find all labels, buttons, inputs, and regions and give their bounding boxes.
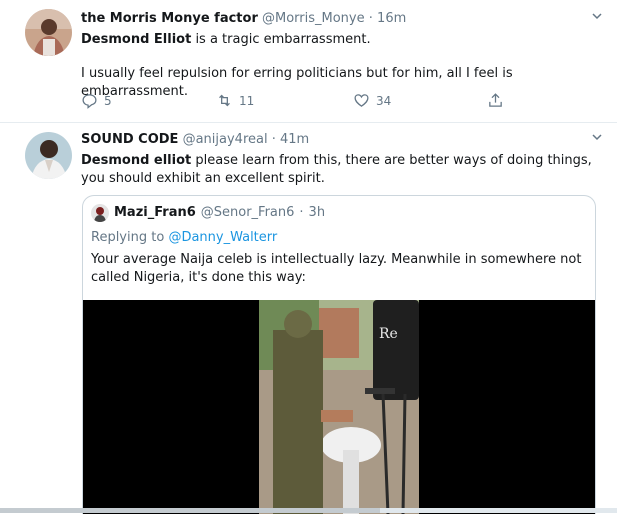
- tweet-text: Desmond elliot please learn from this, t…: [81, 152, 599, 188]
- timestamp[interactable]: 16m: [377, 11, 406, 26]
- display-name[interactable]: the Morris Monye factor: [81, 11, 258, 26]
- user-handle[interactable]: @Morris_Monye: [262, 11, 365, 26]
- retweet-icon: [219, 94, 230, 107]
- separator-dot: ·: [299, 205, 304, 220]
- avatar[interactable]: [25, 9, 72, 56]
- tweet-sound-code[interactable]: SOUND CODE @anijay4real · 41m Desmond el…: [0, 124, 617, 514]
- replying-prefix: Replying to: [91, 230, 169, 245]
- tank-label: Re: [379, 326, 398, 342]
- separator-dot: ·: [271, 132, 276, 147]
- tweet-header: SOUND CODE @anijay4real · 41m: [81, 131, 599, 149]
- like-count: 34: [376, 93, 392, 108]
- quoted-display-name: Mazi_Fran6: [114, 205, 196, 220]
- reply-button[interactable]: 5: [81, 92, 112, 109]
- tweet-text-rest: is a tragic embarrassment.: [191, 32, 371, 47]
- replying-to: Replying to @Danny_Walterr: [91, 230, 277, 245]
- chevron-down-icon[interactable]: [591, 10, 603, 26]
- quoted-tweet-text: Your average Naija celeb is intellectual…: [91, 252, 582, 285]
- horizontal-scrollbar[interactable]: [0, 508, 617, 513]
- chevron-down-icon[interactable]: [591, 131, 603, 147]
- retweet-count: 11: [239, 93, 255, 108]
- video-frame: Re: [83, 300, 595, 514]
- tweet-content: the Morris Monye factor @Morris_Monye · …: [81, 10, 602, 101]
- reply-icon: [82, 94, 97, 109]
- like-button[interactable]: 34: [353, 92, 391, 109]
- like-icon: [354, 94, 369, 107]
- mention-name: Desmond Elliot: [81, 32, 192, 47]
- tweet-text: Desmond Elliot is a tragic embarrassment…: [81, 31, 599, 49]
- quoted-timestamp: 3h: [308, 205, 326, 220]
- tweet-content: SOUND CODE @anijay4real · 41m Desmond el…: [81, 131, 602, 188]
- avatar[interactable]: [25, 132, 72, 179]
- scrollbar-thumb[interactable]: [0, 508, 380, 513]
- display-name[interactable]: SOUND CODE: [81, 132, 178, 147]
- quoted-video[interactable]: Re: [83, 300, 595, 514]
- mention-name: Desmond elliot: [81, 153, 192, 168]
- quoted-avatar: [91, 204, 109, 222]
- tweet-header: the Morris Monye factor @Morris_Monye · …: [81, 10, 599, 28]
- replying-to-handle[interactable]: @Danny_Walterr: [168, 230, 277, 245]
- separator-dot: ·: [368, 11, 373, 26]
- quoted-user-handle: @Senor_Fran6: [200, 205, 295, 220]
- reply-count: 5: [104, 93, 112, 108]
- share-icon: [489, 93, 502, 107]
- user-handle[interactable]: @anijay4real: [183, 132, 268, 147]
- quoted-tweet[interactable]: Mazi_Fran6 @Senor_Fran6 · 3h Replying to…: [82, 195, 596, 514]
- share-button[interactable]: [487, 92, 504, 109]
- tweet-morris-monye[interactable]: the Morris Monye factor @Morris_Monye · …: [0, 0, 617, 123]
- retweet-button[interactable]: 11: [216, 92, 254, 109]
- tweet-actions: 5 11 34: [81, 92, 511, 112]
- timestamp[interactable]: 41m: [280, 132, 309, 147]
- quoted-tweet-header: Mazi_Fran6 @Senor_Fran6 · 3h: [91, 204, 325, 222]
